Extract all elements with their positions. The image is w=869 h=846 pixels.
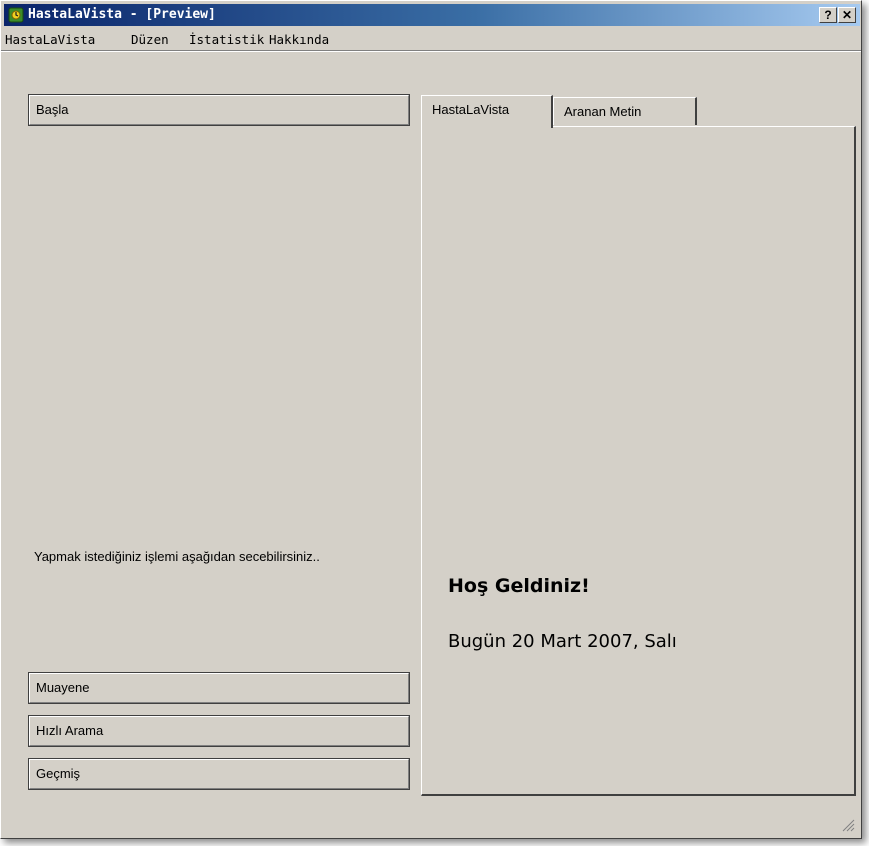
welcome-heading: Hoş Geldiniz! [448,575,590,597]
app-window: HastaLaVista - [Preview] ? ✕ HastaLaVist… [0,0,862,839]
menu-bar: HastaLaVista Düzen İstatistik Hakkında [1,28,861,51]
help-button[interactable]: ? [819,7,837,23]
tab-panel: Hoş Geldiniz! Bugün 20 Mart 2007, Salı [421,126,856,796]
start-button[interactable]: Başla [28,94,410,126]
resize-grip-icon[interactable] [841,818,855,832]
close-button[interactable]: ✕ [838,7,856,23]
tab-searched-text[interactable]: Aranan Metin [553,97,697,125]
window-title: HastaLaVista - [Preview] [28,7,216,22]
title-bar[interactable]: HastaLaVista - [Preview] ? ✕ [4,4,860,26]
menu-duzen[interactable]: Düzen [131,32,169,47]
quick-search-button[interactable]: Hızlı Arama [28,715,410,747]
examination-button[interactable]: Muayene [28,672,410,704]
menu-separator [1,51,861,52]
date-line: Bugün 20 Mart 2007, Salı [448,631,677,652]
menu-hakkinda[interactable]: Hakkında [269,32,329,47]
history-button[interactable]: Geçmiş [28,758,410,790]
hint-text: Yapmak istediğiniz işlemi aşağıdan seceb… [34,549,320,564]
tab-hastalavista[interactable]: HastaLaVista [421,95,553,128]
menu-hastalavista[interactable]: HastaLaVista [5,32,95,47]
app-icon [8,7,24,23]
menu-istatistik[interactable]: İstatistik [189,32,264,47]
